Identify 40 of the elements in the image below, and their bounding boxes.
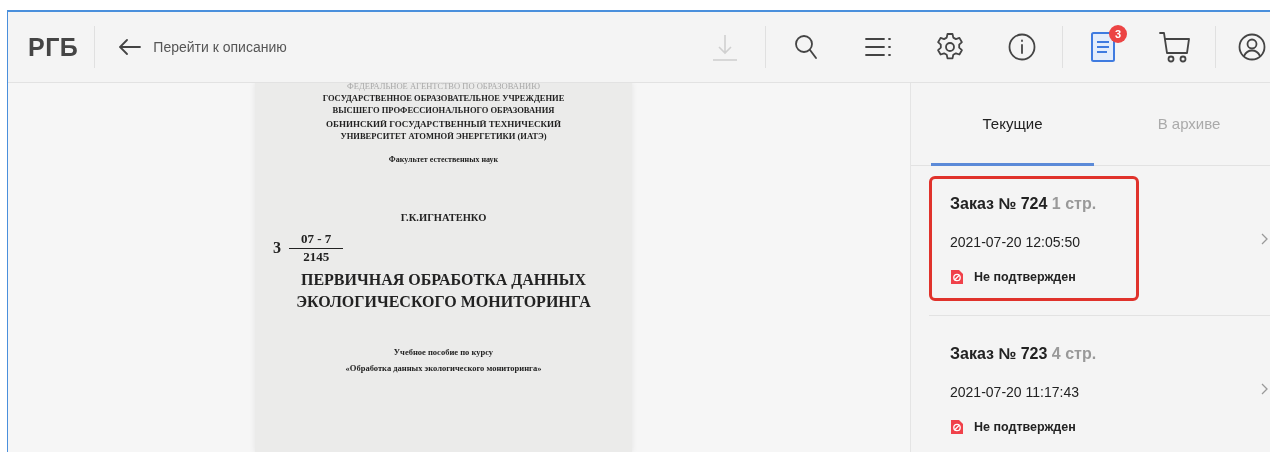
library-logo: РГБ bbox=[28, 32, 79, 62]
catalog-code: 07 - 7 bbox=[289, 231, 344, 249]
status-error-icon bbox=[950, 420, 963, 434]
cart-icon bbox=[1159, 31, 1191, 63]
back-arrow-icon bbox=[119, 39, 142, 55]
orders-button[interactable]: 3 bbox=[1067, 17, 1139, 77]
institution-name: УНИВЕРСИТЕТ АТОМНОЙ ЭНЕРГЕТИКИ (ИАТЭ) bbox=[340, 131, 547, 141]
chevron-right-icon bbox=[1261, 232, 1268, 245]
search-icon bbox=[794, 34, 818, 60]
download-icon bbox=[712, 32, 738, 62]
book-title: ЭКОЛОГИЧЕСКОГО МОНИТОРИНГА bbox=[296, 293, 591, 311]
back-link[interactable]: Перейти к описанию bbox=[115, 35, 291, 59]
tab[interactable]: Текущие bbox=[931, 83, 1094, 166]
user-icon bbox=[1238, 33, 1266, 61]
book-subtitle: Учебное пособие по курсу bbox=[393, 347, 494, 357]
list-icon bbox=[865, 37, 891, 57]
notification-badge: 3 bbox=[1109, 25, 1127, 43]
order-title: Заказ № 723 4 стр. bbox=[950, 345, 1098, 363]
catalog-number: 3 bbox=[273, 239, 281, 257]
chevron-right-icon bbox=[1261, 382, 1268, 395]
order-item[interactable]: Заказ № 724 1 стр. 2021-07-20 12:05:50 Не подтвержден bbox=[929, 166, 1270, 316]
institution-name: ГОСУДАРСТВЕННОЕ ОБРАЗОВАТЕЛЬНОЕ УЧРЕЖДЕНИЕ bbox=[322, 93, 565, 103]
author-name: Г.К.ИГНАТЕНКО bbox=[400, 212, 487, 223]
order-status: Не подтвержден bbox=[974, 270, 1076, 284]
book-title: ПЕРВИЧНАЯ ОБРАБОТКА ДАННЫХ bbox=[300, 271, 587, 289]
institution-name: ВЫСШЕГО ПРОФЕССИОНАЛЬНОГО ОБРАЗОВАНИЯ bbox=[332, 105, 555, 115]
order-item[interactable]: Заказ № 723 4 стр. 2021-07-20 11:17:43 Не подтвержден bbox=[929, 316, 1270, 452]
institution-name: ОБНИНСКИЙ ГОСУДАРСТВЕННЫЙ ТЕХНИЧЕСКИЙ bbox=[326, 119, 561, 129]
course-name: «Обработка данных экологического мониторинга» bbox=[345, 363, 542, 373]
status-error-icon bbox=[950, 270, 963, 284]
document-icon bbox=[1091, 32, 1115, 62]
agency-name: ФЕДЕРАЛЬНОЕ АГЕНТСТВО ПО ОБРАЗОВАНИЮ bbox=[347, 83, 540, 91]
info-icon bbox=[1008, 33, 1036, 61]
order-status: Не подтвержден bbox=[974, 420, 1076, 434]
order-date: 2021-07-20 12:05:50 bbox=[950, 234, 1081, 250]
catalog-code: 2145 bbox=[303, 249, 330, 265]
order-title: Заказ № 724 1 стр. bbox=[950, 195, 1098, 213]
order-date: 2021-07-20 11:17:43 bbox=[950, 384, 1080, 400]
settings-icon bbox=[935, 32, 965, 62]
faculty-name: Факультет естественных наук bbox=[388, 155, 499, 164]
